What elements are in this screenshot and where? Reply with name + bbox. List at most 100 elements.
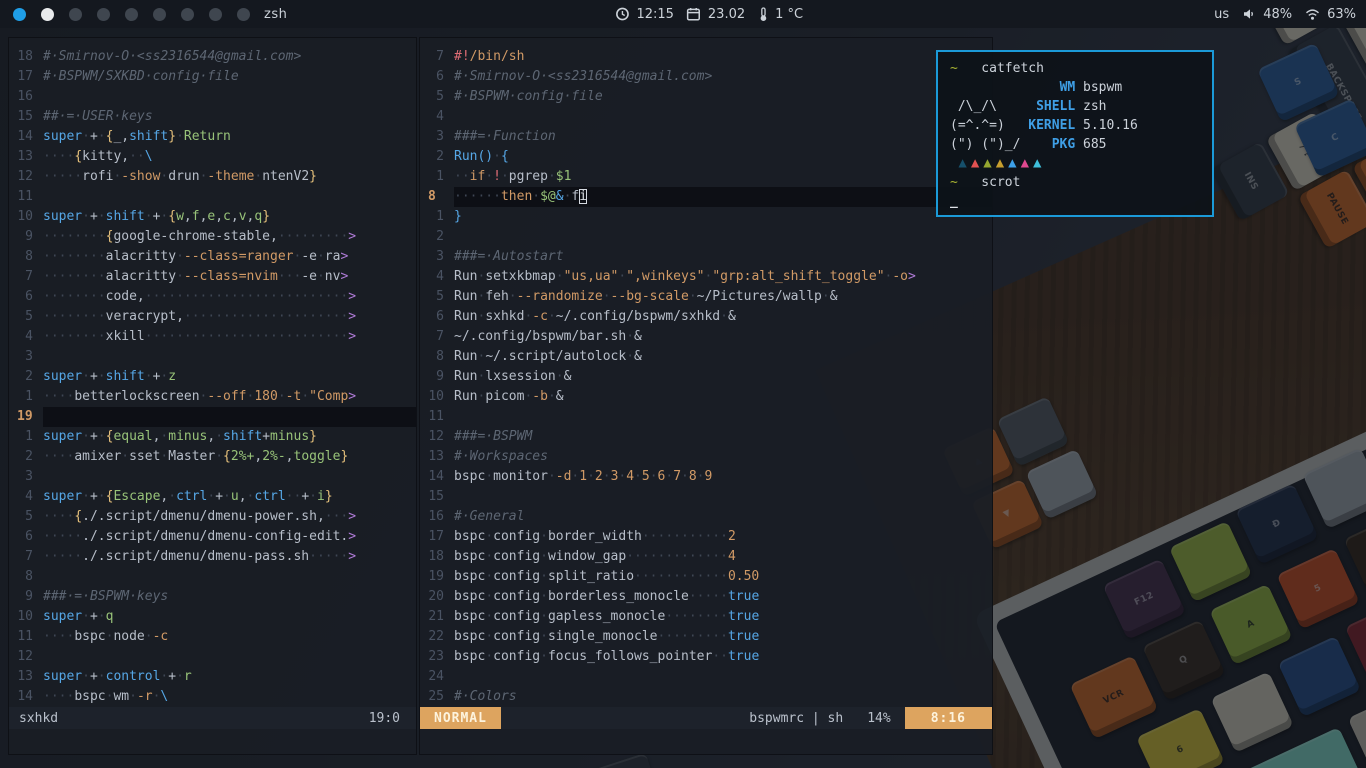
line-content: bspc·config·window_gap·············4 — [454, 547, 992, 567]
editor-line: 1super·+·{equal,·minus,·shift+minus} — [9, 427, 416, 447]
editor-line: 3 — [9, 347, 416, 367]
line-number: 13 — [9, 147, 43, 167]
line-content: Run·~/.script/autolock·& — [454, 347, 992, 367]
editor-buffer-sxhkd[interactable]: 18#·Smirnov-O·<ss2316544@gmail.com>17#·B… — [9, 38, 416, 707]
workspace-indicator — [0, 8, 250, 21]
terminal-cursor: _ — [950, 194, 958, 209]
line-number: 16 — [420, 507, 454, 527]
line-number: 10 — [9, 207, 43, 227]
editor-line: 9Run·lxsession·& — [420, 367, 992, 387]
line-content: Run·lxsession·& — [454, 367, 992, 387]
line-content: ······then·$@&·fi — [454, 187, 992, 207]
volume-level[interactable]: 48% — [1263, 7, 1292, 22]
calendar-icon — [687, 7, 701, 21]
editor-line: 10super·+·shift·+·{w,f,e,c,v,q} — [9, 207, 416, 227]
line-content: bspc·config·focus_follows_pointer··true — [454, 647, 992, 667]
editor-line: 7~/.config/bspwm/bar.sh·& — [420, 327, 992, 347]
line-content: #·Smirnov-O·<ss2316544@gmail.com> — [454, 67, 992, 87]
floating-terminal[interactable]: ~ catfetch WMbspwm /\_/\SHELLzsh(=^.^=)K… — [936, 50, 1214, 217]
workspace-dot-1[interactable] — [13, 8, 26, 21]
editor-line: 13#·Workspaces — [420, 447, 992, 467]
editor-line: 4 — [420, 107, 992, 127]
statusline-left: sxhkd 19:0 — [9, 707, 416, 729]
editor-window-bspwmrc[interactable]: 7#!/bin/sh6#·Smirnov-O·<ss2316544@gmail.… — [419, 37, 993, 755]
line-content: } — [454, 207, 992, 227]
line-number: 3 — [9, 467, 43, 487]
catfetch-row: WMbspwm — [950, 78, 1200, 97]
workspace-dot-2[interactable] — [41, 8, 54, 21]
workspace-dot-6[interactable] — [153, 8, 166, 21]
editor-line: 2····amixer·sset·Master·{2%+,2%-,toggle} — [9, 447, 416, 467]
line-number: 2 — [9, 447, 43, 467]
editor-line: 12###=·BSPWM — [420, 427, 992, 447]
catfetch-ascii-art — [950, 78, 1028, 97]
line-number: 2 — [420, 227, 454, 247]
editor-line: 6#·Smirnov-O·<ss2316544@gmail.com> — [420, 67, 992, 87]
line-number: 13 — [9, 667, 43, 687]
editor-window-sxhkd[interactable]: 18#·Smirnov-O·<ss2316544@gmail.com>17#·B… — [8, 37, 417, 755]
line-content — [43, 87, 416, 107]
editor-line: 15 — [420, 487, 992, 507]
wifi-icon[interactable] — [1305, 8, 1320, 21]
line-content — [454, 227, 992, 247]
line-number: 8 — [9, 567, 43, 587]
line-content — [43, 347, 416, 367]
editor-line: 8 — [9, 567, 416, 587]
line-number: 7 — [9, 267, 43, 287]
editor-line: 4········xkill··························… — [9, 327, 416, 347]
line-content: ###=·Autostart — [454, 247, 992, 267]
statusline-right: NORMAL bspwmrc | sh 14% 8:16 — [420, 707, 992, 729]
workspace-dot-8[interactable] — [209, 8, 222, 21]
line-content: ········xkill··························> — [43, 327, 416, 347]
workspace-dot-9[interactable] — [237, 8, 250, 21]
editor-line: 11 — [9, 187, 416, 207]
line-number: 5 — [420, 87, 454, 107]
editor-line: 7#!/bin/sh — [420, 47, 992, 67]
editor-line: 8······then·$@&·fi — [420, 187, 992, 207]
line-number: 4 — [9, 487, 43, 507]
line-number: 3 — [9, 347, 43, 367]
workspace-dot-3[interactable] — [69, 8, 82, 21]
line-number: 1 — [420, 207, 454, 227]
terminal-command-2: scrot — [958, 175, 1021, 190]
line-number: 14 — [420, 467, 454, 487]
editor-line: 10super·+·q — [9, 607, 416, 627]
workspace-dot-5[interactable] — [125, 8, 138, 21]
editor-line: 3###=·Autostart — [420, 247, 992, 267]
line-number: 24 — [420, 667, 454, 687]
editor-line: 17bspc·config·border_width···········2 — [420, 527, 992, 547]
statusline-filename: sxhkd — [9, 711, 58, 726]
network-level[interactable]: 63% — [1327, 7, 1356, 22]
bar-right-modules: us 48% 63% — [1214, 7, 1366, 22]
editor-line: 16 — [9, 87, 416, 107]
editor-line: 5········veracrypt,·····················… — [9, 307, 416, 327]
line-content — [43, 187, 416, 207]
editor-line: 3 — [9, 467, 416, 487]
volume-icon[interactable] — [1242, 7, 1256, 21]
palette-triangle-icon: ▲ — [983, 155, 995, 171]
editor-line: 9········{google-chrome-stable,·········… — [9, 227, 416, 247]
line-content — [454, 487, 992, 507]
terminal-color-palette: ▲▲▲▲▲▲▲ — [950, 154, 1200, 173]
line-content: #·Colors — [454, 687, 992, 707]
top-status-bar: zsh 12:15 23.02 1 °C us 48% 63% — [0, 0, 1366, 28]
editor-line: 5Run·feh·--randomize·--bg-scale·~/Pictur… — [420, 287, 992, 307]
line-content: ###=·BSPWM — [454, 427, 992, 447]
workspace-dot-4[interactable] — [97, 8, 110, 21]
editor-line: 5····{./.script/dmenu/dmenu-power.sh,···… — [9, 507, 416, 527]
vim-command-line-right — [420, 729, 992, 754]
line-content: #·Workspaces — [454, 447, 992, 467]
keyboard-layout[interactable]: us — [1214, 7, 1229, 22]
line-content: #·Smirnov-O·<ss2316544@gmail.com> — [43, 47, 416, 67]
editor-buffer-bspwmrc[interactable]: 7#!/bin/sh6#·Smirnov-O·<ss2316544@gmail.… — [420, 38, 992, 707]
line-content: ····bspc·node·-c — [43, 627, 416, 647]
prompt-symbol: ~ — [950, 61, 958, 76]
editor-line: 6········code,··························… — [9, 287, 416, 307]
line-number: 3 — [420, 127, 454, 147]
editor-line: 5#·BSPWM·config·file — [420, 87, 992, 107]
line-content: #·BSPWM·config·file — [454, 87, 992, 107]
catfetch-label: WM — [1028, 78, 1075, 97]
line-content: #·General — [454, 507, 992, 527]
workspace-dot-7[interactable] — [181, 8, 194, 21]
editor-line: 2 — [420, 227, 992, 247]
